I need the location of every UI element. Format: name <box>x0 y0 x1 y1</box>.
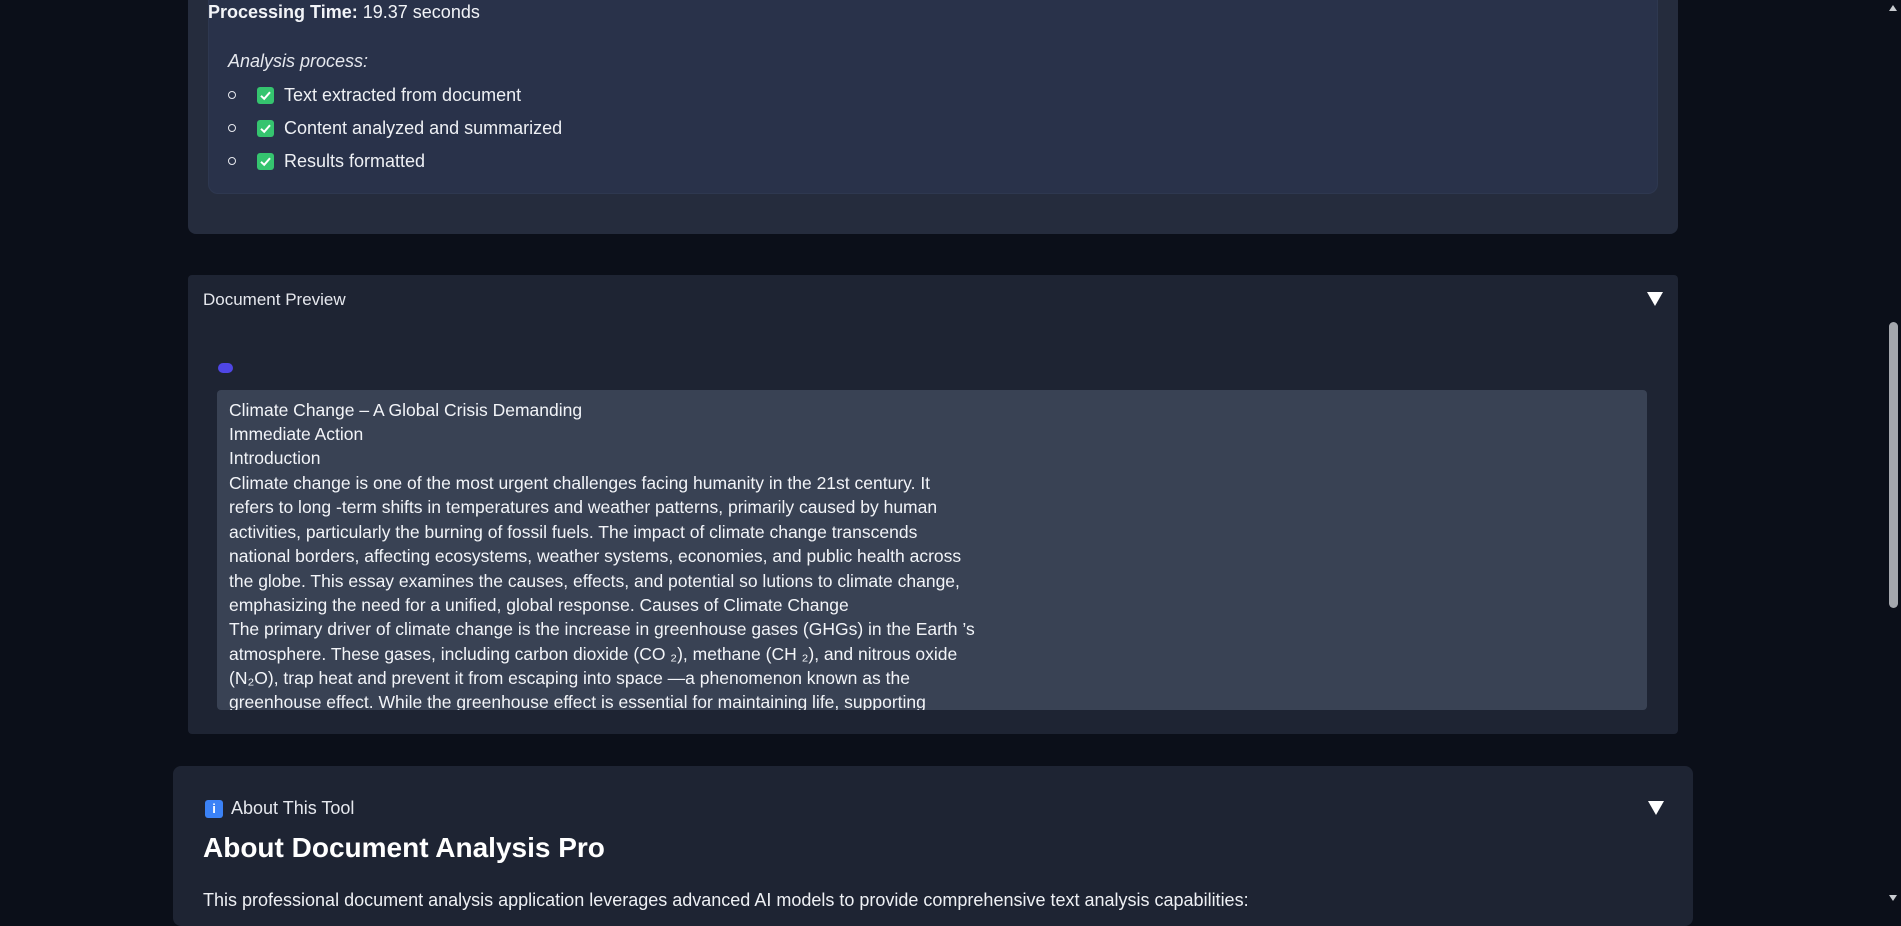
processing-time-label: Processing Time: <box>208 2 358 22</box>
analysis-process-label: Analysis process: <box>228 51 369 71</box>
info-icon: i <box>205 799 223 818</box>
processing-time-value: 19.37 seconds <box>362 2 480 22</box>
list-item: Results formatted <box>228 148 425 174</box>
document-preview-textarea[interactable]: Climate Change – A Global Crisis Demandi… <box>217 390 1647 710</box>
list-item: Content analyzed and summarized <box>228 115 562 141</box>
check-box-icon <box>257 86 274 104</box>
preview-line: national borders, affecting ecosystems, … <box>229 546 962 566</box>
bullet-icon <box>228 157 236 165</box>
list-item: Text extracted from document <box>228 82 521 108</box>
document-preview-panel: Document Preview Climate Change – A Glob… <box>188 275 1678 734</box>
about-description: This professional document analysis appl… <box>203 890 1249 910</box>
preview-line: Introduction <box>229 448 321 468</box>
preview-line: Climate Change – A Global Crisis Demandi… <box>229 400 583 420</box>
preview-line: greenhouse effect. While the greenhouse … <box>229 692 926 710</box>
preview-line: Immediate Action <box>229 424 364 444</box>
preview-line: emphasizing the need for a unified, glob… <box>229 595 849 615</box>
check-box-icon <box>257 152 274 170</box>
bullet-icon <box>228 91 236 99</box>
bullet-icon <box>228 124 236 132</box>
loading-indicator <box>218 363 233 373</box>
step-label: Content analyzed and summarized <box>284 117 563 138</box>
preview-line: activities, particularly the burning of … <box>229 522 918 542</box>
preview-line: (N₂O), trap heat and prevent it from esc… <box>229 668 910 688</box>
page-scrollbar[interactable] <box>1885 0 1901 912</box>
about-tool-header-label: About This Tool <box>231 798 355 818</box>
processing-time: Processing Time: 19.37 seconds <box>208 2 480 23</box>
preview-line: the globe. This essay examines the cause… <box>229 571 960 591</box>
about-title: About Document Analysis Pro <box>203 832 605 863</box>
expand-toggle-icon[interactable] <box>1648 801 1664 815</box>
scroll-down-arrow-icon[interactable] <box>1889 895 1897 901</box>
check-box-icon <box>257 119 274 137</box>
about-tool-panel: i About This Tool About Document Analysi… <box>173 766 1693 926</box>
step-label: Results formatted <box>284 150 426 171</box>
preview-line: atmosphere. These gases, including carbo… <box>229 644 958 664</box>
scrollbar-thumb[interactable] <box>1889 322 1898 608</box>
preview-line: The primary driver of climate change is … <box>229 619 975 639</box>
scroll-up-arrow-icon[interactable] <box>1889 5 1897 11</box>
step-label: Text extracted from document <box>284 84 522 105</box>
preview-line: refers to long -term shifts in temperatu… <box>229 497 938 517</box>
preview-line: Climate change is one of the most urgent… <box>229 473 931 493</box>
document-preview-header[interactable]: Document Preview <box>203 290 346 310</box>
expand-toggle-icon[interactable] <box>1647 292 1663 306</box>
about-tool-header[interactable]: i About This Tool <box>205 798 354 819</box>
